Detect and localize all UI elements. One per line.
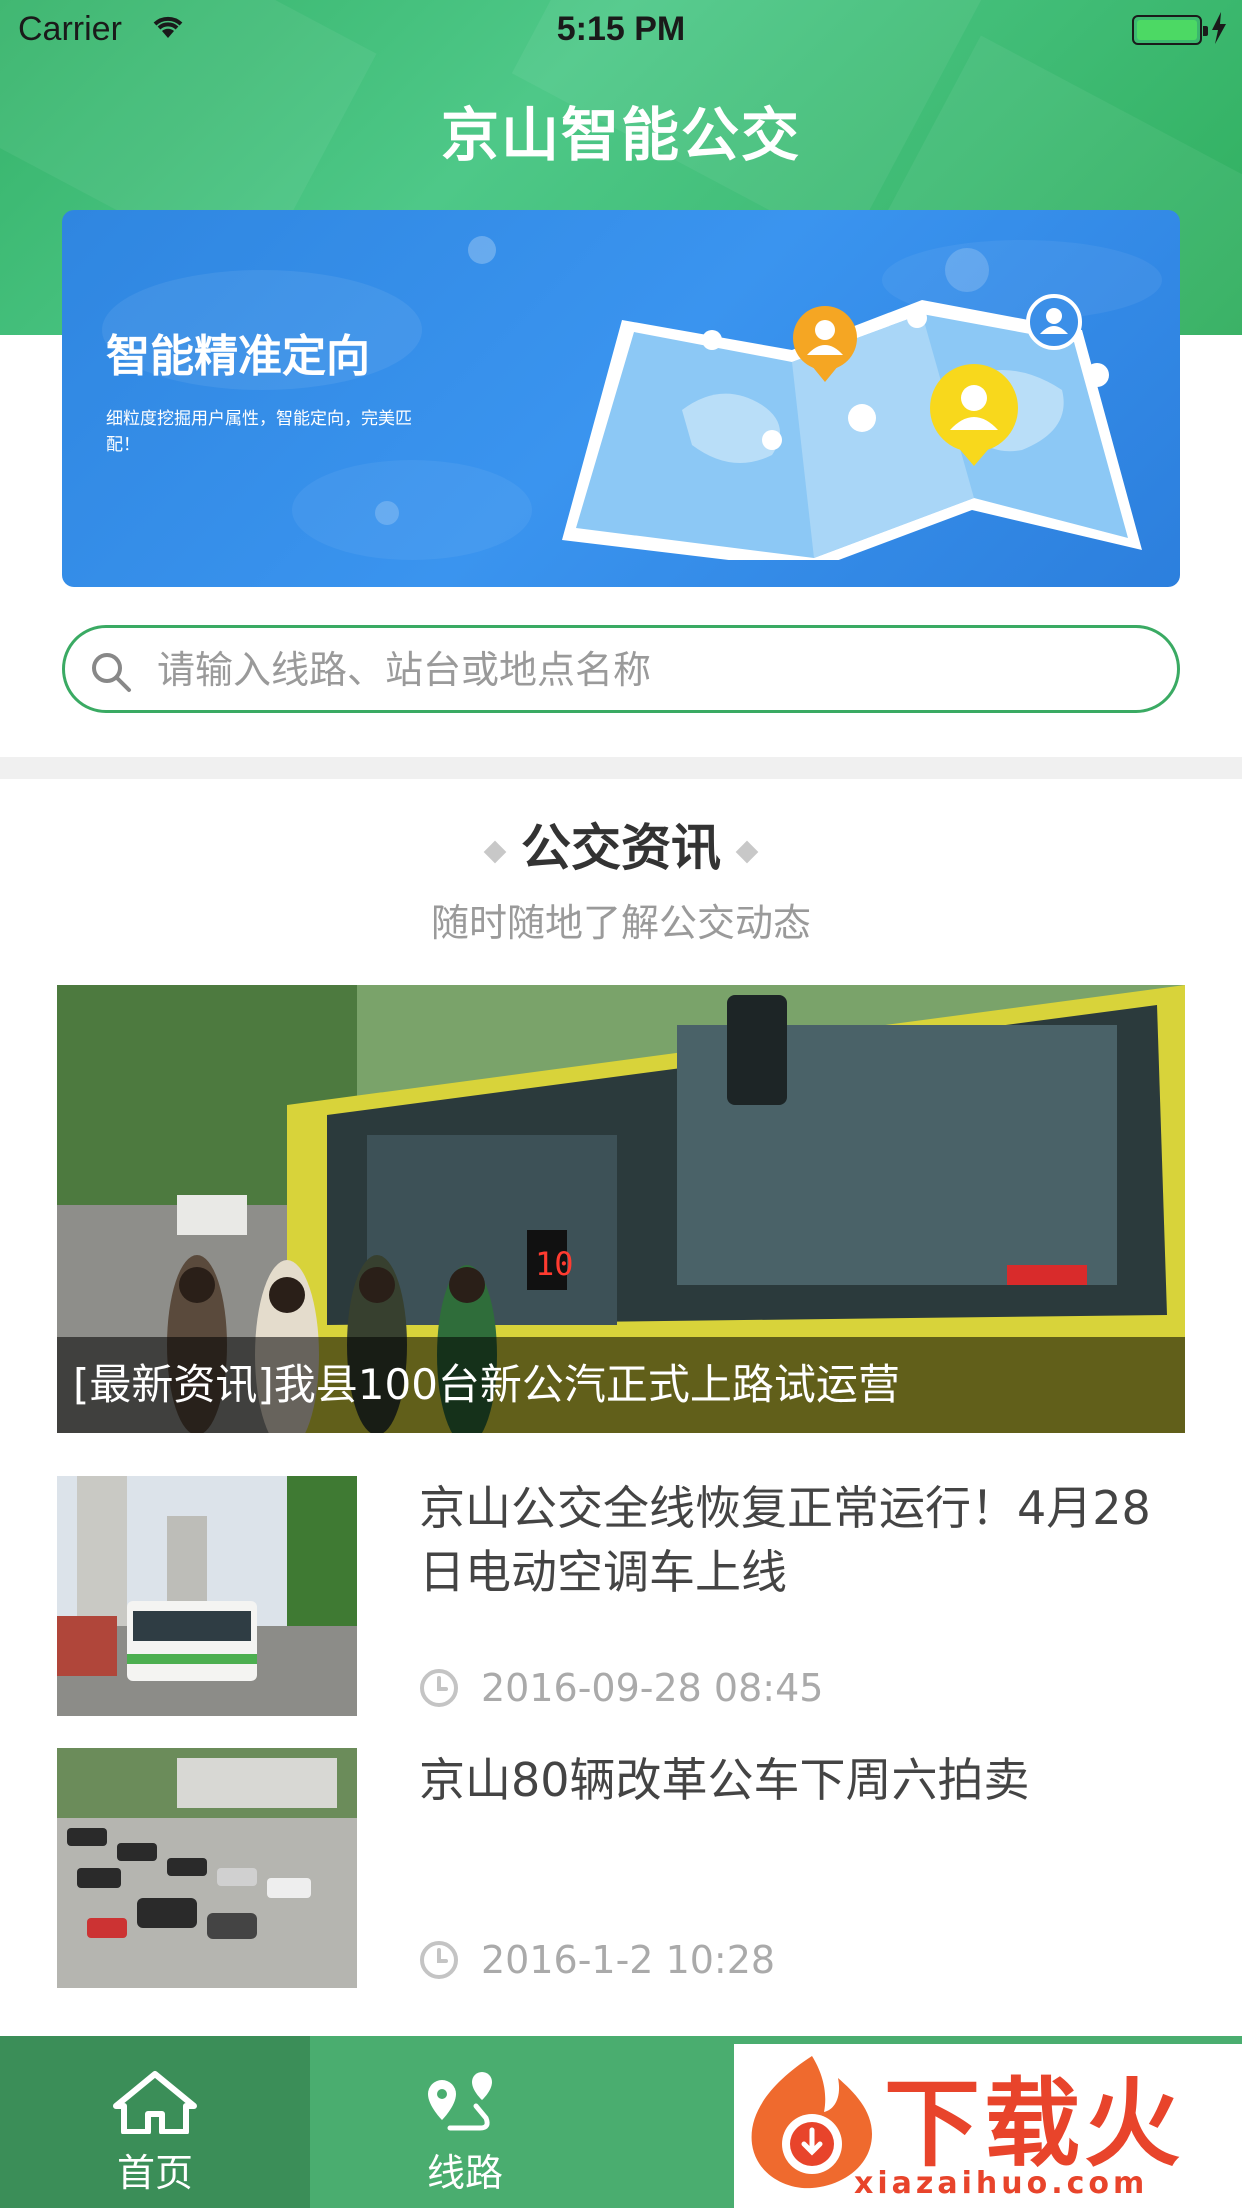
search-input[interactable] bbox=[157, 642, 1137, 698]
route-icon bbox=[428, 2072, 492, 2131]
home-icon bbox=[113, 2071, 197, 2134]
news-title: 京山80辆改革公车下周六拍卖 bbox=[419, 1753, 1030, 1807]
news-timestamp: 2016-09-28 08:45 bbox=[481, 1666, 824, 1710]
map-illustration-icon bbox=[562, 294, 1142, 560]
news-meta: 2016-1-2 10:28 bbox=[419, 1938, 775, 1982]
tab-home[interactable]: 首页 bbox=[0, 2036, 310, 2208]
section-divider bbox=[0, 757, 1242, 779]
status-bar: Carrier 5:15 PM bbox=[0, 0, 1242, 60]
clock-icon bbox=[420, 1669, 458, 1707]
watermark-brand: 下载火 bbox=[884, 2068, 1184, 2180]
tab-home-label: 首页 bbox=[116, 2151, 193, 2195]
diamond-left-icon bbox=[483, 840, 507, 863]
banner-subtitle: 细粒度挖掘用户属性，智能定向，完美匹配！ bbox=[106, 409, 412, 455]
section-subtitle: 随时随地了解公交动态 bbox=[430, 901, 811, 945]
news-thumbnail bbox=[57, 1748, 357, 1988]
clock-icon bbox=[420, 1941, 458, 1979]
news-thumbnail bbox=[57, 1476, 357, 1716]
news-item[interactable]: 京山公交全线恢复正常运行！4月28日电动空调车上线 2016-09-28 08:… bbox=[57, 1476, 1185, 1716]
watermark-url: xiazaihuo.com bbox=[854, 2166, 1149, 2201]
featured-news-card[interactable]: 10 [最新资讯]我县100台新公汽正式上路试运营 bbox=[57, 985, 1185, 1433]
news-item[interactable]: 京山80辆改革公车下周六拍卖 2016-1-2 10:28 bbox=[57, 1748, 1185, 1988]
news-title: 京山公交全线恢复正常运行！4月28日电动空调车上线 bbox=[419, 1481, 1151, 1599]
featured-news-title: [最新资讯]我县100台新公汽正式上路试运营 bbox=[57, 1337, 1185, 1433]
section-title-text: 公交资讯 bbox=[521, 819, 721, 877]
app-title: 京山智能公交 bbox=[440, 101, 801, 169]
news-meta: 2016-09-28 08:45 bbox=[419, 1666, 823, 1710]
clock-time: 5:15 PM bbox=[556, 10, 686, 48]
tab-route[interactable]: 线路 bbox=[310, 2036, 620, 2208]
section-heading: 公交资讯 bbox=[0, 808, 1242, 880]
news-timestamp: 2016-1-2 10:28 bbox=[481, 1938, 776, 1982]
diamond-right-icon bbox=[735, 840, 759, 863]
charging-icon bbox=[1212, 12, 1226, 44]
promo-banner[interactable]: 智能精准定向 细粒度挖掘用户属性，智能定向，完美匹配！ bbox=[62, 210, 1180, 587]
banner-title: 智能精准定向 bbox=[106, 331, 370, 382]
search-bar[interactable] bbox=[62, 625, 1180, 713]
watermark-logo: 下载火 xiazaihuo.com bbox=[734, 2044, 1242, 2208]
svg-text:10: 10 bbox=[535, 1245, 574, 1283]
battery-icon bbox=[1132, 15, 1208, 45]
search-icon bbox=[92, 653, 131, 692]
tab-route-label: 线路 bbox=[426, 2151, 503, 2195]
